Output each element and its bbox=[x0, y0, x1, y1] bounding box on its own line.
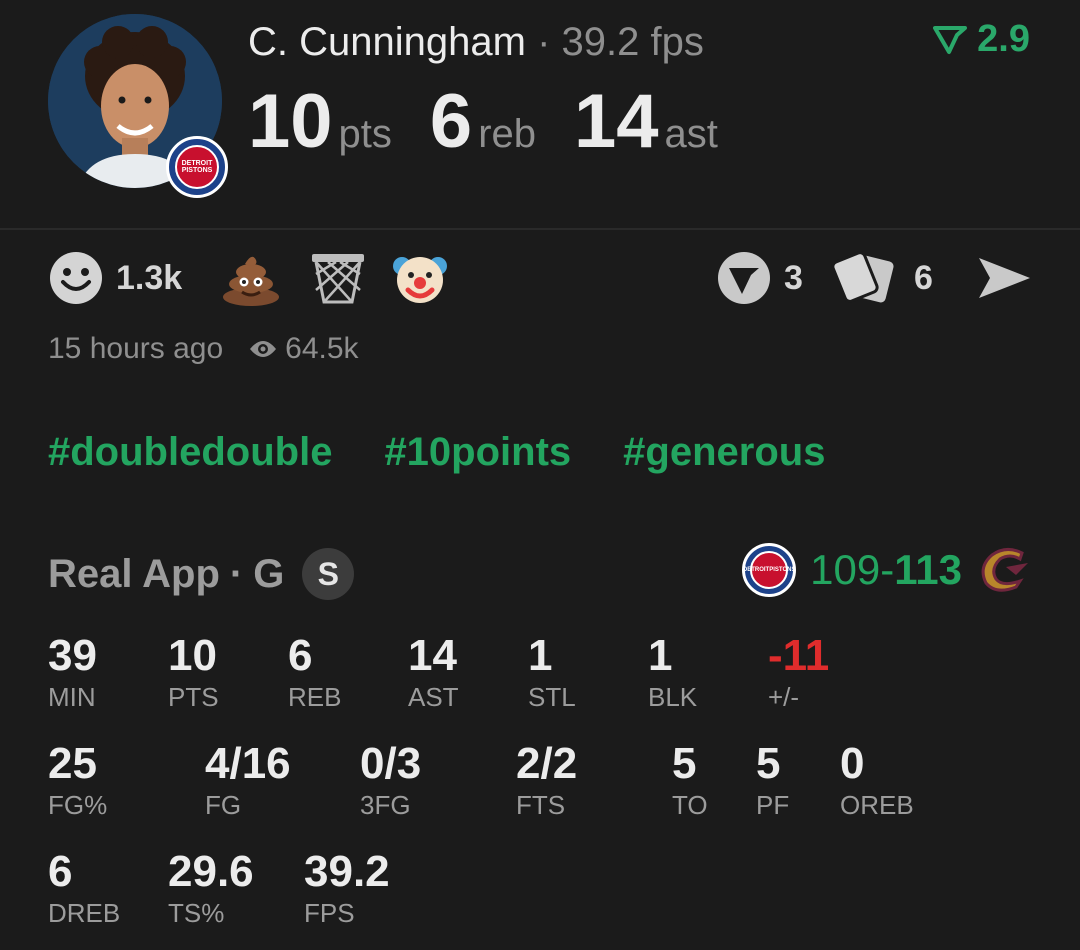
stat-fts: 2/2 FTS bbox=[516, 739, 578, 820]
clown-reaction-button[interactable] bbox=[392, 250, 448, 306]
basketball-hoop-icon bbox=[312, 254, 364, 304]
player-position: G bbox=[253, 551, 285, 596]
stat-ast: 14 AST bbox=[408, 631, 459, 712]
game-separator: · bbox=[229, 551, 244, 596]
stat-oreb: 0 OREB bbox=[840, 739, 914, 820]
stat-pts: 10 PTS bbox=[168, 631, 219, 712]
headline-ast-unit: ast bbox=[664, 112, 718, 156]
smile-reaction-button[interactable]: 1.3k bbox=[48, 250, 182, 306]
view-count: 64.5k bbox=[249, 332, 359, 366]
trend-arrow-icon bbox=[933, 25, 968, 54]
stat-fg: 4/16 FG bbox=[205, 739, 291, 820]
cavaliers-logo-icon bbox=[976, 543, 1032, 597]
smile-icon bbox=[50, 252, 102, 304]
headline-ast-value: 14 bbox=[574, 79, 659, 164]
smile-reaction-count: 1.3k bbox=[116, 258, 183, 297]
stat-fps: 39.2 FPS bbox=[304, 847, 390, 928]
stat-min: 39 MIN bbox=[48, 631, 97, 712]
share-button[interactable] bbox=[976, 250, 1032, 306]
hashtag-generous[interactable]: #generous bbox=[623, 430, 825, 475]
headline-stats: 10 pts 6 reb 14 ast bbox=[248, 80, 756, 164]
cards-icon bbox=[831, 251, 894, 303]
vote-count: 3 bbox=[784, 258, 803, 297]
headline-reb-value: 6 bbox=[429, 79, 473, 164]
cards-button[interactable]: 6 bbox=[830, 250, 933, 306]
stat-dreb: 6 DREB bbox=[48, 847, 121, 928]
post-time: 15 hours ago bbox=[48, 332, 224, 365]
reaction-bar: 1.3k 3 6 bbox=[48, 250, 1032, 310]
view-count-value: 64.5k bbox=[285, 332, 359, 365]
headline-pts-unit: pts bbox=[338, 112, 392, 156]
stat-plus-minus: -11 +/- bbox=[768, 631, 830, 712]
stat-blk: 1 BLK bbox=[648, 631, 698, 712]
hashtag-10points[interactable]: #10points bbox=[384, 430, 571, 475]
eye-icon bbox=[250, 341, 277, 357]
post-meta: 15 hours ago 64.5k bbox=[48, 332, 359, 366]
starter-badge: S bbox=[302, 548, 355, 600]
headline-pts-value: 10 bbox=[248, 79, 333, 164]
stat-fg-pct: 25 FG% bbox=[48, 739, 108, 820]
stat-to: 5 TO bbox=[672, 739, 708, 820]
vote-button[interactable]: 3 bbox=[716, 250, 803, 306]
rating-delta: 2.9 bbox=[933, 18, 1030, 61]
cards-count: 6 bbox=[914, 258, 933, 297]
send-icon bbox=[979, 258, 1030, 298]
team-logo-badge: DETROIT PISTONS bbox=[166, 136, 228, 198]
game-source-line: Real App · G S bbox=[48, 548, 355, 600]
poop-emoji-icon bbox=[223, 256, 279, 306]
score-text: 109-113 bbox=[810, 546, 962, 594]
player-fps: 39.2 fps bbox=[561, 20, 704, 64]
stat-3fg: 0/3 3FG bbox=[360, 739, 422, 820]
name-separator: · bbox=[537, 20, 551, 64]
stat-pf: 5 PF bbox=[756, 739, 790, 820]
game-source: Real App bbox=[48, 551, 220, 596]
stat-reb: 6 REB bbox=[288, 631, 342, 712]
game-score[interactable]: DETROIT PISTONS 109-113 bbox=[742, 543, 1032, 597]
hashtag-list: #doubledouble #10points #generous bbox=[48, 430, 825, 475]
poop-reaction-button[interactable] bbox=[220, 250, 282, 306]
hashtag-doubledouble[interactable]: #doubledouble bbox=[48, 430, 332, 475]
section-divider bbox=[0, 228, 1080, 230]
clown-emoji-icon bbox=[393, 257, 447, 303]
player-name-line: C. Cunningham · 39.2 fps bbox=[248, 16, 704, 68]
player-name[interactable]: C. Cunningham bbox=[248, 20, 526, 64]
stat-ts-pct: 29.6 TS% bbox=[168, 847, 254, 928]
stat-stl: 1 STL bbox=[528, 631, 576, 712]
headline-reb-unit: reb bbox=[478, 112, 536, 156]
vote-logo-icon bbox=[718, 252, 770, 304]
hoop-reaction-button[interactable] bbox=[310, 250, 366, 306]
score-team: 109- bbox=[810, 546, 895, 593]
score-opponent: 113 bbox=[894, 546, 962, 593]
pistons-logo-icon: DETROIT PISTONS bbox=[742, 543, 797, 597]
rating-delta-value: 2.9 bbox=[977, 18, 1030, 60]
